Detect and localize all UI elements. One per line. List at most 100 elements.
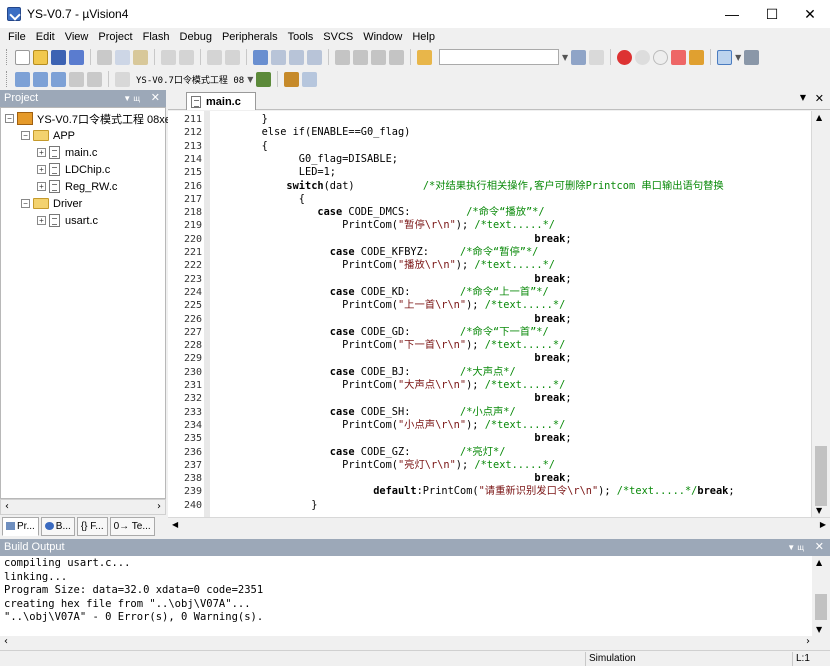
find-icon[interactable] [571, 49, 587, 65]
project-hscrollbar[interactable]: ‹ › [0, 499, 166, 515]
code-line[interactable]: PrintCom("下一首\r\n"); /*text.....*/ [212, 339, 565, 352]
batch-build-icon[interactable] [69, 71, 84, 87]
build-vscrollbar[interactable]: ▲ ▼ [812, 556, 830, 636]
code-line[interactable]: case CODE_SH: /*小点声*/ [212, 406, 516, 419]
toolbar-grip[interactable] [6, 71, 9, 87]
tree-file-main[interactable]: + main.c [37, 144, 97, 161]
code-line[interactable]: PrintCom("上一首\r\n"); /*text.....*/ [212, 299, 565, 312]
scroll-right-icon[interactable]: ▶ [820, 520, 826, 529]
target-select[interactable]: YS-V0.7口令模式工程 08 [136, 73, 244, 86]
save-icon[interactable] [51, 49, 66, 65]
scroll-thumb[interactable] [815, 446, 827, 506]
tab-main-c[interactable]: main.c [186, 92, 256, 110]
menu-help[interactable]: Help [407, 31, 440, 43]
tree-file-regrw[interactable]: + Reg_RW.c [37, 178, 117, 195]
menu-peripherals[interactable]: Peripherals [217, 31, 283, 43]
build-hscrollbar[interactable]: ‹ › [0, 636, 830, 650]
indent-icon[interactable] [335, 49, 350, 65]
breakpoint-icon[interactable] [635, 49, 651, 65]
menu-debug[interactable]: Debug [175, 31, 217, 43]
code-line[interactable]: case CODE_DMCS: /*命令“播放”*/ [212, 206, 544, 219]
scroll-thumb[interactable] [815, 594, 827, 620]
menu-project[interactable]: Project [93, 31, 137, 43]
kill-breakpoints-icon[interactable] [671, 49, 687, 65]
bookmark-icon[interactable] [253, 49, 268, 65]
code-line[interactable]: break; [212, 352, 571, 365]
tab-list-icon[interactable]: ▼ [800, 93, 806, 102]
configure-icon[interactable] [744, 49, 760, 65]
new-file-icon[interactable] [15, 49, 30, 65]
code-line[interactable]: case CODE_KFBYZ: /*命令“暂停”*/ [212, 246, 539, 259]
panel-menu-icon[interactable]: ▼ щ [787, 539, 804, 556]
clear-bookmarks-icon[interactable] [307, 49, 322, 65]
download-icon[interactable] [115, 71, 130, 87]
code-line[interactable]: break; [212, 233, 571, 246]
scroll-right-icon[interactable]: › [806, 636, 810, 647]
collapse-icon[interactable]: − [21, 131, 30, 140]
code-line[interactable]: break; [212, 472, 571, 485]
menu-tools[interactable]: Tools [283, 31, 319, 43]
menu-edit[interactable]: Edit [31, 31, 60, 43]
code-line[interactable]: } [212, 113, 268, 126]
panel-close-icon[interactable]: ✕ [815, 539, 824, 556]
code-line[interactable]: break; [212, 432, 571, 445]
unindent-icon[interactable] [353, 49, 368, 65]
target-options-icon[interactable] [256, 71, 272, 87]
code-line[interactable]: case CODE_BJ: /*大声点*/ [212, 366, 516, 379]
disable-all-breakpoints-icon[interactable] [689, 49, 705, 65]
code-line[interactable]: PrintCom("亮灯\r\n"); /*text.....*/ [212, 459, 555, 472]
code-line[interactable]: PrintCom("播放\r\n"); /*text.....*/ [212, 259, 555, 272]
tab-functions[interactable]: {} F... [76, 516, 108, 536]
panel-close-icon[interactable]: ✕ [151, 90, 160, 107]
editor-margin[interactable] [204, 111, 210, 517]
close-button[interactable]: ✕ [790, 0, 830, 28]
code-line[interactable]: PrintCom("大声点\r\n"); /*text.....*/ [212, 379, 565, 392]
build-icon[interactable] [33, 71, 48, 87]
cut-icon[interactable] [97, 49, 112, 65]
navigate-back-icon[interactable] [207, 49, 222, 65]
code-line[interactable]: break; [212, 273, 571, 286]
panel-menu-icon[interactable]: ▼ щ [123, 90, 140, 107]
uncomment-icon[interactable] [389, 49, 404, 65]
scroll-up-icon[interactable]: ▲ [816, 113, 822, 122]
code-line[interactable]: { [212, 193, 305, 206]
code-line[interactable]: break; [212, 313, 571, 326]
file-extensions-icon[interactable] [302, 71, 318, 87]
code-line[interactable]: default:PrintCom("请重新识别发口令\r\n"); /*text… [212, 485, 734, 498]
find-combobox[interactable] [439, 49, 559, 65]
scroll-left-icon[interactable]: ‹ [5, 501, 9, 512]
chevron-down-icon[interactable]: ▼ [735, 53, 741, 62]
undo-icon[interactable] [161, 49, 176, 65]
translate-icon[interactable] [15, 71, 30, 87]
rebuild-icon[interactable] [51, 71, 66, 87]
code-line[interactable]: G0_flag=DISABLE; [212, 153, 398, 166]
redo-icon[interactable] [179, 49, 194, 65]
window-layout-icon[interactable] [717, 49, 733, 65]
tab-templates[interactable]: 0→ Te... [109, 516, 155, 536]
scroll-left-icon[interactable]: ◀ [172, 520, 178, 529]
expand-icon[interactable]: + [37, 182, 46, 191]
editor-hscrollbar[interactable]: ◀ ▶ [168, 517, 830, 535]
prev-bookmark-icon[interactable] [271, 49, 286, 65]
code-line[interactable]: else if(ENABLE==G0_flag) [212, 126, 411, 139]
code-line[interactable]: case CODE_GD: /*命令“下一首”*/ [212, 326, 549, 339]
chevron-down-icon[interactable]: ▼ [247, 75, 253, 84]
menu-flash[interactable]: Flash [138, 31, 175, 43]
tree-root[interactable]: − YS-V0.7口令模式工程 08xe [5, 110, 171, 127]
code-line[interactable]: } [212, 499, 317, 512]
incremental-find-icon[interactable] [589, 49, 605, 65]
disable-breakpoint-icon[interactable] [653, 49, 669, 65]
code-line[interactable]: break; [212, 392, 571, 405]
tree-file-ldchip[interactable]: + LDChip.c [37, 161, 110, 178]
copy-icon[interactable] [115, 49, 130, 65]
open-folder-icon[interactable] [33, 49, 48, 65]
scroll-down-icon[interactable]: ▼ [816, 625, 822, 634]
debug-session-icon[interactable] [617, 49, 633, 65]
menu-view[interactable]: View [60, 31, 94, 43]
code-line[interactable]: PrintCom("小点声\r\n"); /*text.....*/ [212, 419, 565, 432]
scroll-down-icon[interactable]: ▼ [816, 506, 822, 515]
find-in-files-icon[interactable] [417, 49, 432, 65]
build-output-text[interactable]: compiling usart.c... linking... Program Si… [0, 556, 812, 636]
minimize-button[interactable]: — [712, 0, 752, 28]
editor-close-icon[interactable]: ✕ [815, 92, 824, 105]
